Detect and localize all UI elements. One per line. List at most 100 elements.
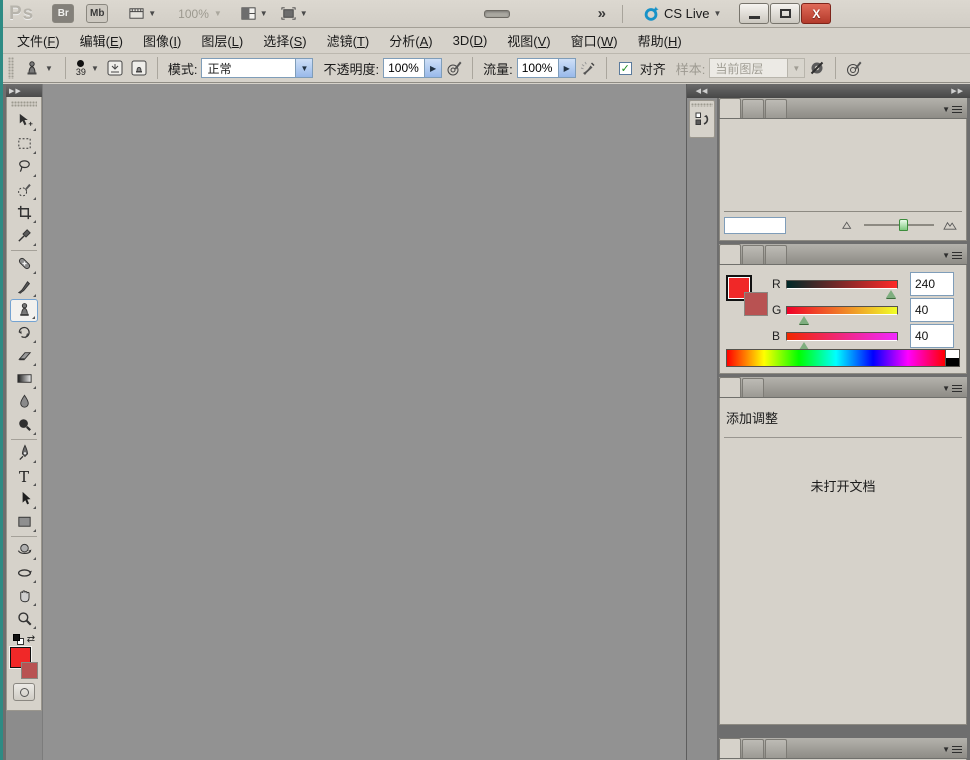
close-button[interactable]: X [801,3,831,24]
menu-item[interactable]: 帮助(H) [628,27,692,54]
toolbox-collapse-button[interactable]: ▶▶ [6,84,42,97]
panel-menu-button[interactable]: ▼ [942,384,967,397]
blend-mode-select[interactable]: 正常 ▼ [201,58,313,78]
launch-mini-bridge-button[interactable]: Mb [86,4,108,23]
tool-quick-selection[interactable] [10,179,38,202]
options-grip-handle[interactable] [8,57,14,79]
menu-item[interactable]: 3D(D) [443,29,498,52]
panel-menu-button[interactable]: ▼ [942,251,967,264]
view-extras-button[interactable]: ▼ [124,4,160,24]
tool-blur[interactable] [10,391,38,414]
tool-gradient[interactable] [10,368,38,391]
airbrush-button[interactable] [576,57,600,79]
swap-colors-button[interactable]: ⇄ [27,634,35,645]
panel-tab[interactable] [742,739,764,758]
flow-slider-button[interactable]: ▶ [558,59,575,77]
zoom-out-icon[interactable] [840,218,856,233]
screen-mode-button[interactable]: ▼ [276,4,312,24]
tablet-pressure-size-button[interactable] [842,57,866,79]
tool-3d-camera-rotate[interactable] [10,562,38,585]
channel-value-input[interactable]: 40 [910,324,954,348]
black-swatch[interactable] [946,358,959,366]
panel-tab[interactable] [765,739,787,758]
aligned-checkbox[interactable]: ✓ [619,62,632,75]
tool-lasso[interactable] [10,156,38,179]
flow-input[interactable]: ▶ [517,58,576,78]
channel-slider-track[interactable] [786,280,898,289]
tool-move[interactable] [10,110,38,133]
workspace-tab[interactable] [538,11,562,17]
navigator-zoom-input[interactable] [724,217,786,234]
expand-panels-button[interactable]: ◀◀ [687,84,717,98]
menu-item[interactable]: 编辑(E) [70,27,133,54]
toggle-brush-panel-button[interactable] [103,57,127,79]
panel-tab[interactable] [719,244,741,264]
tool-clone-stamp[interactable] [10,299,38,322]
minimize-button[interactable] [739,3,769,24]
tool-zoom[interactable] [10,608,38,631]
launch-bridge-button[interactable]: Br [52,4,74,23]
panel-tab[interactable] [719,738,741,758]
restore-button[interactable] [770,3,800,24]
channel-slider-track[interactable] [786,306,898,315]
ignore-adjustment-layers-button[interactable] [805,57,829,79]
tool-dodge[interactable] [10,414,38,437]
menu-item[interactable]: 分析(A) [379,27,442,54]
collapse-panels-button[interactable]: ▶▶ [717,84,970,98]
tool-type[interactable]: T [10,465,38,488]
panel-tab[interactable] [742,245,764,264]
navigator-zoom-slider[interactable] [864,218,934,232]
tool-history-brush[interactable] [10,322,38,345]
slider-thumb[interactable] [899,219,908,231]
workspace-tab[interactable] [512,11,536,17]
zoom-in-icon[interactable] [942,218,958,233]
panel-tab[interactable] [765,245,787,264]
toggle-clone-source-panel-button[interactable] [127,57,151,79]
panel-menu-button[interactable]: ▼ [942,105,967,118]
brush-preset-picker[interactable]: 39 ▼ [72,60,103,77]
white-swatch[interactable] [946,350,959,358]
tool-spot-healing-brush[interactable] [10,253,38,276]
panel-tab[interactable] [719,98,741,118]
menu-item[interactable]: 图层(L) [191,27,253,54]
opacity-input[interactable]: ▶ [383,58,442,78]
toolbox-grip-handle[interactable] [11,101,37,107]
channel-value-input[interactable]: 40 [910,298,954,322]
panel-tab[interactable] [719,377,741,397]
tool-preset-picker[interactable]: ▼ [17,57,59,79]
color-spectrum-ramp[interactable] [726,349,946,367]
tool-hand[interactable] [10,585,38,608]
cs-live-button[interactable]: CS Live ▼ [643,5,721,22]
menu-item[interactable]: 选择(S) [253,27,316,54]
panel-menu-button[interactable]: ▼ [942,745,967,758]
menu-item[interactable]: 图像(I) [133,27,191,54]
default-colors-button[interactable] [13,634,24,645]
panel-tab[interactable] [765,99,787,118]
panel-tab[interactable] [742,99,764,118]
background-color-swatch[interactable] [21,662,38,679]
menu-item[interactable]: 文件(F) [7,27,70,54]
panel-tab[interactable] [742,378,764,397]
opacity-field[interactable] [384,61,424,75]
channel-value-input[interactable]: 240 [910,272,954,296]
workspace-overflow-button[interactable]: » [592,5,612,22]
opacity-slider-button[interactable]: ▶ [424,59,441,77]
tool-crop[interactable] [10,202,38,225]
background-color-swatch[interactable] [744,292,768,316]
tool-pen[interactable] [10,442,38,465]
tablet-pressure-opacity-button[interactable] [442,57,466,79]
channel-slider-track[interactable] [786,332,898,341]
tool-3d-object-rotate[interactable] [10,539,38,562]
arrange-documents-button[interactable]: ▼ [236,4,272,24]
tool-path-selection[interactable] [10,488,38,511]
workspace-tab[interactable] [564,11,588,17]
menu-item[interactable]: 视图(V) [497,27,560,54]
quick-mask-mode-button[interactable] [13,683,35,701]
workspace-tab[interactable] [484,10,510,18]
tool-rectangle[interactable] [10,511,38,534]
menu-item[interactable]: 窗口(W) [561,27,628,54]
tool-rectangular-marquee[interactable] [10,133,38,156]
tool-eraser[interactable] [10,345,38,368]
menu-item[interactable]: 滤镜(T) [317,27,380,54]
history-panel-button[interactable] [689,100,715,138]
